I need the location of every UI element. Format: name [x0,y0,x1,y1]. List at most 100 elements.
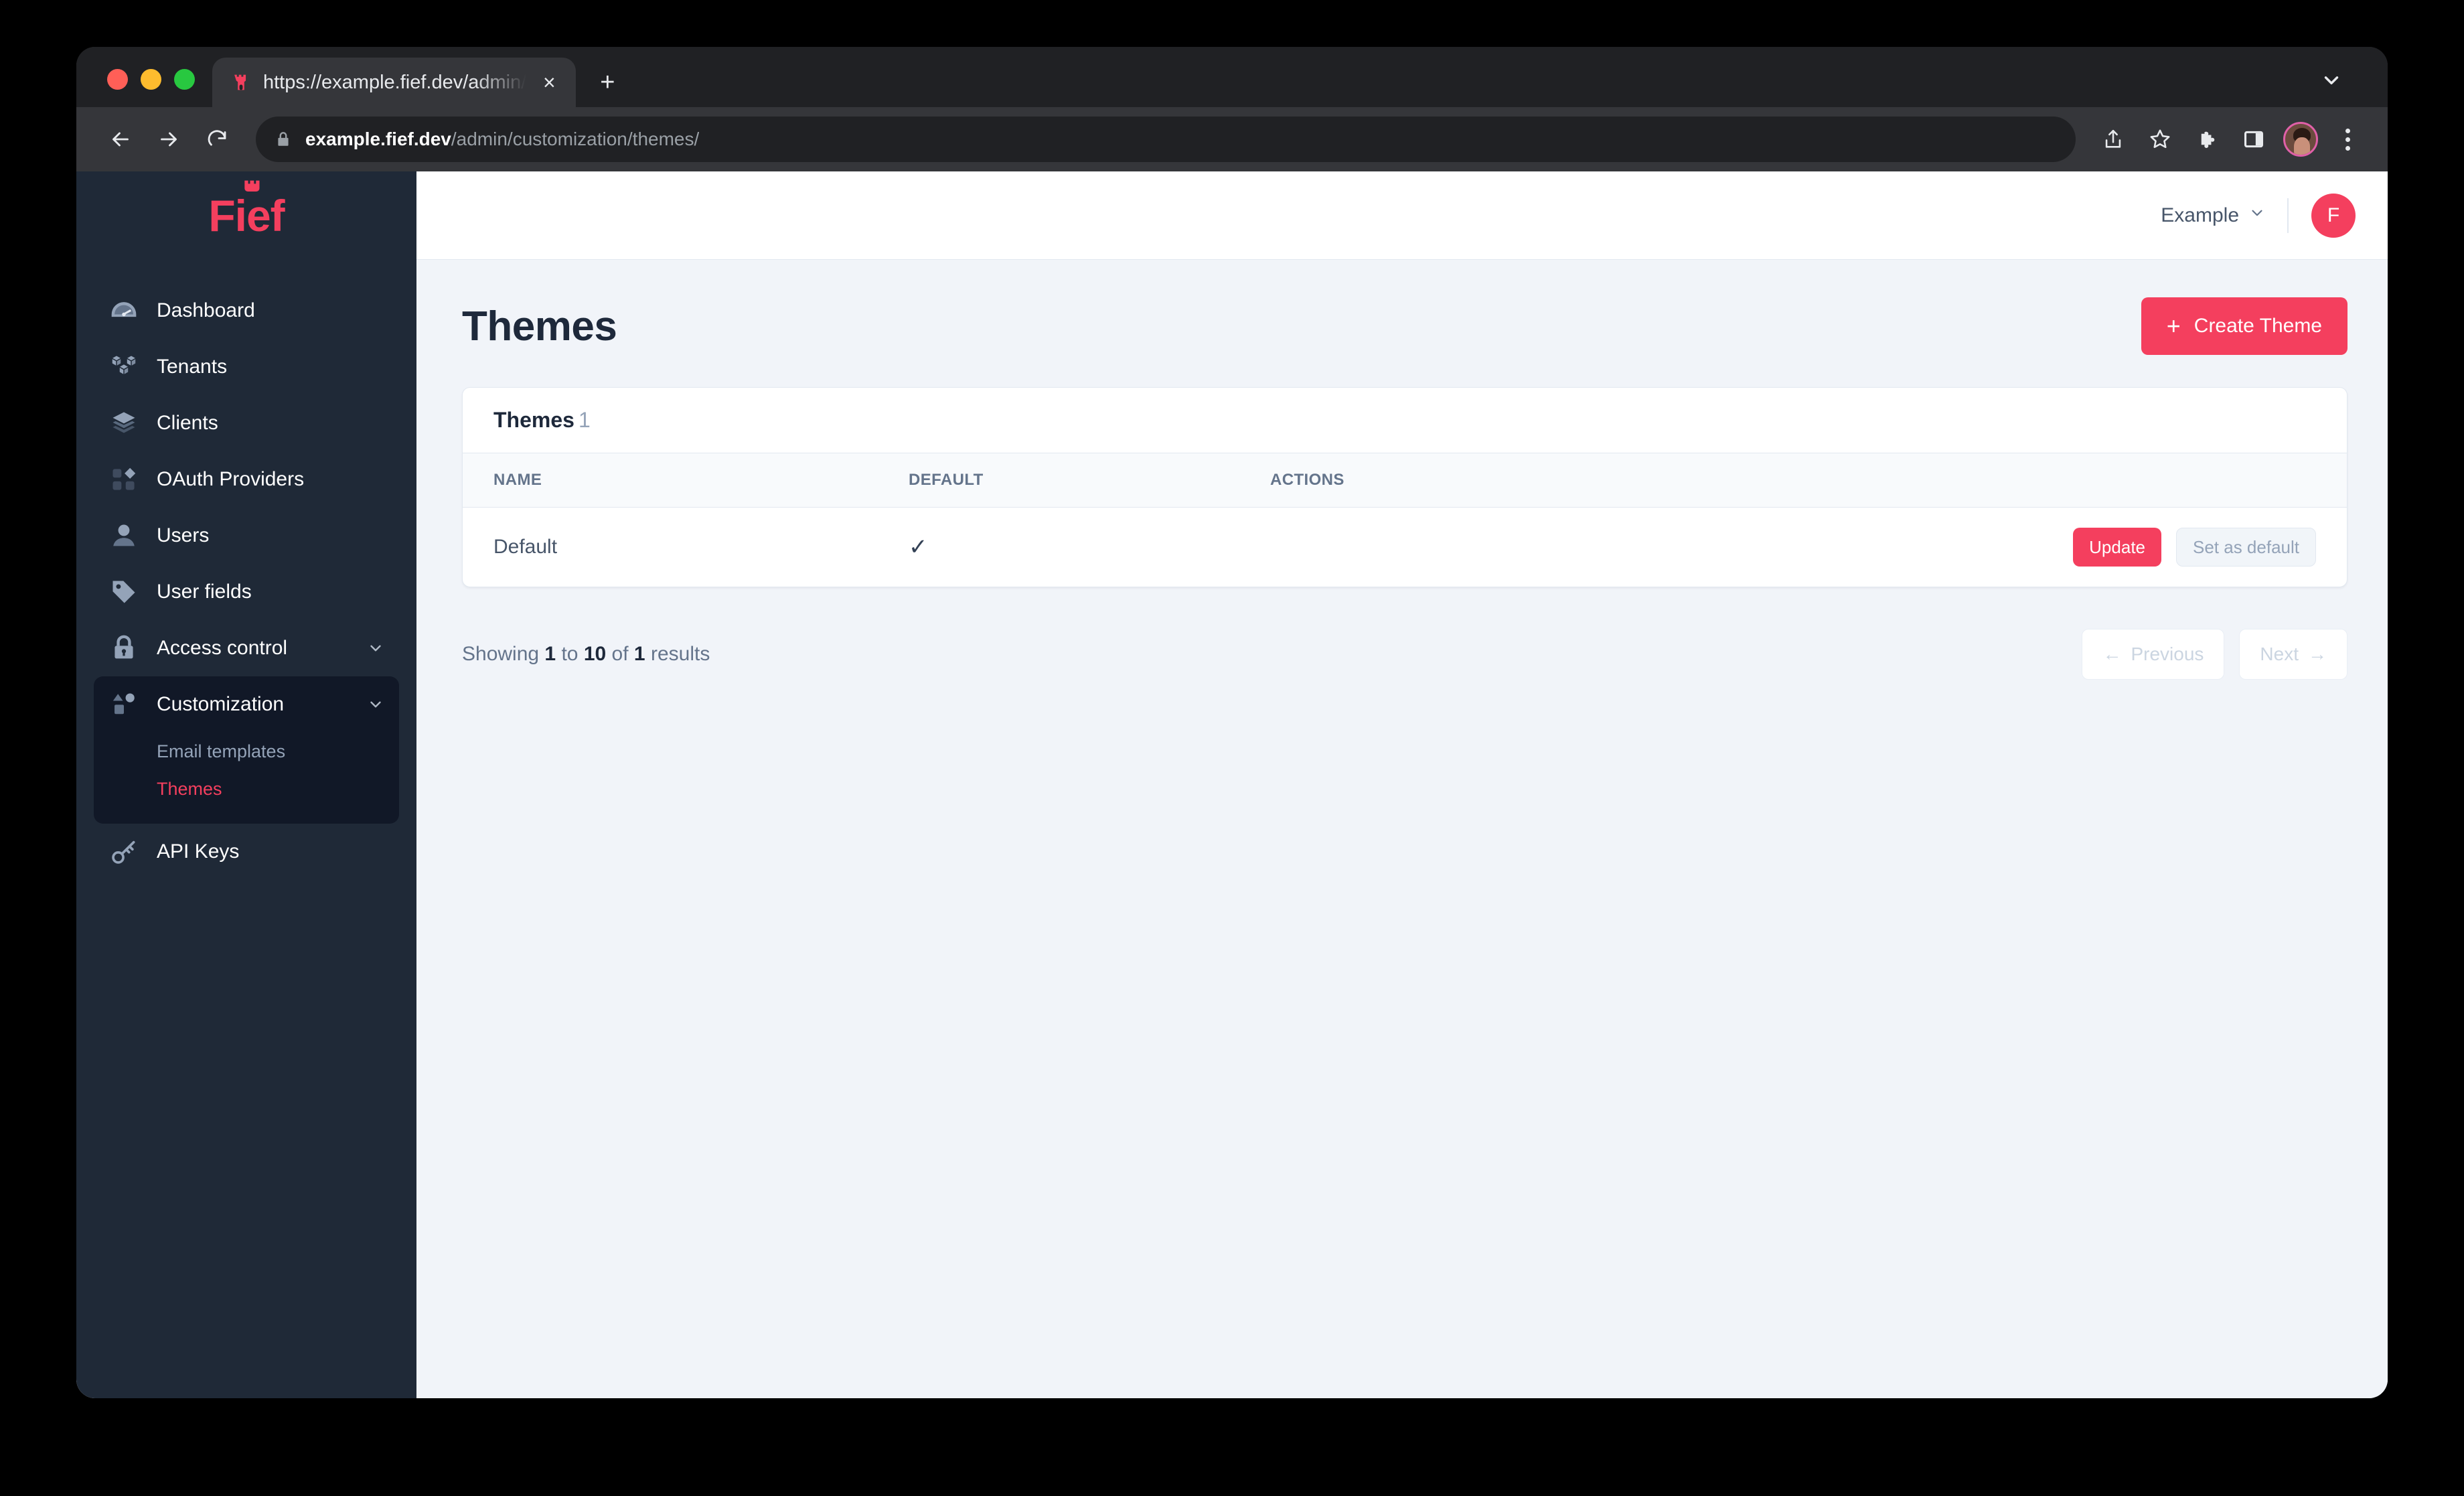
plus-icon: + [2166,312,2181,340]
key-icon [108,836,139,867]
browser-window: https://example.fief.dev/admin/ × + exam… [76,47,2388,1398]
sidebar-item-label: Users [157,524,210,546]
close-tab-button[interactable]: × [537,70,561,94]
app-logo[interactable]: Fief [76,171,416,260]
share-icon[interactable] [2092,118,2135,161]
address-bar-url: example.fief.dev/admin/customization/the… [305,129,699,150]
fief-castle-icon [230,71,252,94]
header-divider [2287,198,2289,233]
chevron-down-icon [367,640,384,657]
sidebar-item-label: Tenants [157,356,228,378]
toolbar-icons [2092,118,2369,161]
create-theme-button[interactable]: + Create Theme [2141,297,2347,355]
sidebar-item-dashboard[interactable]: Dashboard [94,283,399,339]
sidebar-subitem-email-templates[interactable]: Email templates [94,733,399,770]
lock-icon [275,129,292,149]
pagination-of-word: of [611,643,629,665]
sidebar-item-label: OAuth Providers [157,468,305,490]
shapes-icon [108,689,139,720]
app-logo-text: Fief [208,191,285,240]
window-traffic-lights [96,69,212,107]
side-panel-icon[interactable] [2232,118,2275,161]
column-header-name[interactable]: NAME [463,453,878,508]
chevron-down-icon[interactable] [2317,66,2346,95]
kebab-menu-icon[interactable] [2326,118,2369,161]
sidebar-item-user-fields[interactable]: User fields [94,564,399,620]
browser-tab[interactable]: https://example.fief.dev/admin/ × [212,58,576,107]
arrow-left-icon: ← [2102,644,2122,664]
arrow-right-icon: → [2308,644,2327,664]
sidebar-item-label: Customization [157,693,285,715]
sidebar-subitem-themes[interactable]: Themes [94,770,399,808]
app-header: Example F [416,171,2388,260]
sidebar-group-customization: Customization Email templates Themes [94,676,399,824]
table-head: NAME DEFAULT ACTIONS [463,453,2347,508]
cell-theme-name: Default [493,536,558,558]
new-tab-button[interactable]: + [584,58,631,107]
sidebar-item-label: Dashboard [157,299,255,321]
tenant-selector-label: Example [2161,204,2239,226]
pagination-buttons: ← Previous Next → [2082,629,2347,680]
pagination-to-word: to [561,643,579,665]
tag-icon [108,577,139,607]
pagination-to: 10 [583,643,607,665]
reload-button[interactable] [196,118,238,161]
showing-prefix: Showing [462,643,540,665]
table-row[interactable]: Default ✓ Update Set as default [463,508,2347,587]
table-body: Default ✓ Update Set as default [463,508,2347,587]
create-theme-button-label: Create Theme [2193,315,2322,337]
minimize-window-button[interactable] [141,69,161,90]
browser-profile-avatar[interactable] [2283,122,2318,157]
bookmark-star-icon[interactable] [2139,118,2181,161]
user-avatar[interactable]: F [2311,193,2356,238]
sidebar-item-access-control[interactable]: Access control [94,620,399,676]
previous-page-button[interactable]: ← Previous [2082,629,2225,680]
sidebar: Fief Dashboard Tenants Clients OAuth Pro… [76,171,416,1398]
themes-table: NAME DEFAULT ACTIONS Default ✓ Update Se… [463,453,2347,587]
sidebar-item-clients[interactable]: Clients [94,395,399,451]
update-button[interactable]: Update [2073,528,2161,567]
pagination-results-word: results [650,643,710,665]
sidebar-item-customization[interactable]: Customization [94,676,399,733]
sidebar-item-label: Clients [157,412,218,434]
next-page-button[interactable]: Next → [2239,629,2347,680]
layers-icon [108,408,139,439]
chevron-down-icon [367,696,384,713]
column-header-actions[interactable]: ACTIONS [1239,453,2347,508]
maximize-window-button[interactable] [174,69,195,90]
card-header: Themes 1 [463,388,2347,453]
tenant-selector[interactable]: Example [2161,204,2287,227]
user-icon [108,520,139,551]
previous-page-label: Previous [2131,644,2204,664]
set-as-default-button[interactable]: Set as default [2176,528,2316,567]
page-viewport: Fief Dashboard Tenants Clients OAuth Pro… [76,171,2388,1398]
next-page-label: Next [2260,644,2299,664]
extensions-puzzle-icon[interactable] [2185,118,2228,161]
forward-button[interactable] [147,118,190,161]
cell-actions: Update Set as default [1239,508,2347,587]
sidebar-item-api-keys[interactable]: API Keys [94,824,399,880]
sidebar-item-users[interactable]: Users [94,508,399,564]
grid-shapes-icon [108,464,139,495]
address-bar-host: example.fief.dev [305,129,451,149]
lock-icon [108,633,139,664]
card-count: 1 [578,408,591,432]
table-header-row: NAME DEFAULT ACTIONS [463,453,2347,508]
default-check-icon: ✓ [909,534,928,560]
card-title: Themes [493,408,574,432]
chevron-down-icon [2248,204,2266,227]
browser-toolbar: example.fief.dev/admin/customization/the… [76,107,2388,171]
address-bar[interactable]: example.fief.dev/admin/customization/the… [256,117,2076,162]
sidebar-item-tenants[interactable]: Tenants [94,339,399,395]
sidebar-item-label: User fields [157,581,252,603]
page-content: Themes + Create Theme Themes 1 NAME DEFA… [416,260,2388,680]
pagination-from: 1 [544,643,556,665]
back-button[interactable] [99,118,142,161]
sidebar-item-label: Access control [157,637,288,659]
sidebar-item-oauth-providers[interactable]: OAuth Providers [94,451,399,508]
close-window-button[interactable] [107,69,128,90]
column-header-default[interactable]: DEFAULT [878,453,1239,508]
gauge-icon [108,295,139,326]
themes-card: Themes 1 NAME DEFAULT ACTIONS Default ✓ … [462,387,2347,587]
main-area: Example F Themes + Create Theme Themes 1… [416,171,2388,1398]
